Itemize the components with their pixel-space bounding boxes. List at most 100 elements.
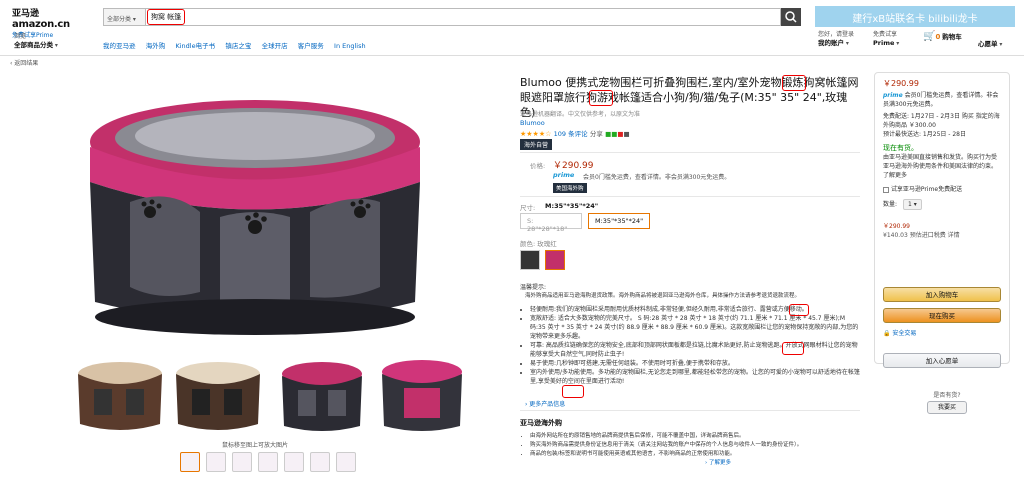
overseas-badge: 海外自营 [520, 139, 553, 150]
small-thumb-3[interactable] [232, 452, 252, 472]
learn-more-link[interactable]: › 了解更多 [705, 458, 731, 466]
nav-link-customer-service[interactable]: 客户服务 [298, 42, 324, 50]
thumbnail-image-3[interactable] [276, 344, 368, 436]
color-label: 颜色: 玫瑰红 [520, 240, 557, 248]
search-button[interactable] [781, 8, 801, 26]
nav-link-overseas[interactable]: 海外购 [146, 42, 166, 50]
prime-menu[interactable]: 免费试享 Prime ▾ [873, 31, 899, 48]
overseas-item-2: 购买海外购商品需提供身份证信息用于清关（请关注网站我的账户中保存的个人信息与收件… [530, 441, 860, 450]
prime-shipping-note: 会员0门槛免运费，查看详情。非会员满300元免运费。 [583, 174, 731, 181]
lock-icon: 🔒 [883, 330, 891, 337]
account-menu[interactable]: 您好，请登录 我的账户 ▾ [818, 31, 854, 48]
buy-now-button[interactable]: 现在购买 [883, 308, 1001, 323]
price-label: 价格: [530, 162, 546, 170]
share-label: 分享 [589, 130, 603, 138]
more-product-info-link[interactable]: › 更多产品信息 [525, 399, 565, 408]
highlight-tent-2 [562, 385, 584, 398]
summary-price: ￥290.99 [883, 223, 910, 230]
overseas-item-3: 商品的包装/标签和说明书可能使用英语或其他语言，不影响商品的正常使用和功能。 [530, 450, 860, 459]
bullet-2: 宽敞舒适: 适合大多数宠物的完美尺寸。 S 码:28 英寸 * 28 英寸 * … [530, 314, 860, 341]
brown-playpen-image [78, 362, 162, 430]
stock-status: 现在有货。 [883, 144, 918, 152]
ship-badge: 美国海外购 [553, 183, 587, 193]
notice-label: 温馨提示: [520, 284, 547, 291]
logo-en: amazon.cn [12, 19, 70, 30]
search-category-select[interactable]: 全部分类 ▾ [103, 8, 145, 26]
bullet-3: 可靠: 高品质拉链确保您的宠物安全,底部和顶部网状面板都是拉链,比魔术贴更好,防… [530, 341, 860, 359]
import-tax-note: ¥140.03 预估进口税费 详情 [883, 232, 960, 239]
bullet-4: 易于使用:几秒钟即可搭建,无需任何组装。不使用时可折叠,便于携带和存放。 [530, 359, 860, 368]
overseas-item-1: 由海外网站所在的原销售地的品牌商提供售后保修，可能不覆盖中国，详询品牌商售后。 [530, 432, 860, 441]
category-menu[interactable]: 浏览 全部商品分类 ▾ [14, 33, 58, 50]
seller-note: 由亚马逊美国直接销售和发货。购买行为受亚马逊海外购使用条件和美国法律的约束。了解… [883, 154, 998, 179]
fastest-delivery: 预计最快送达: 1月25日 - 28日 [883, 131, 966, 138]
trial-checkbox[interactable] [883, 186, 889, 193]
return-policy-note: 海外购商品适用亚马逊海购退货政策。海外购商品将被退回亚马逊海外仓库，具体操作方法… [525, 293, 801, 299]
highlight-camping [789, 304, 809, 316]
qty-select[interactable]: 1 ▾ [902, 199, 922, 210]
wishlist-menu[interactable]: 心愿单 ▾ [978, 40, 1002, 49]
small-thumb-6[interactable] [310, 452, 330, 472]
translation-note: 亚马逊机器翻译。中文仅供参考，以原文为准 [520, 111, 641, 118]
beige-playpen-image [176, 362, 260, 430]
small-thumb-2[interactable] [206, 452, 226, 472]
color-swatch-black[interactable] [520, 250, 540, 270]
review-count-link[interactable]: 109 条评论 [554, 130, 588, 138]
thumbnail-image-2[interactable] [172, 344, 264, 436]
rating-stars[interactable]: ★★★★☆ 109 条评论 分享 ■■■■ [520, 128, 630, 138]
thumbnail-image-4[interactable] [376, 344, 468, 436]
promo-banner[interactable]: 建行xB站联名卡 bilibili龙卡 [815, 6, 1015, 27]
trial-label: 试享亚马逊Prime免费配送 [890, 186, 963, 193]
pink-playpen-side-image [282, 362, 362, 431]
buybox-prime-badge: prime [883, 92, 903, 99]
amazon-logo[interactable]: 亚马逊 amazon.cn 免费试享Prime [12, 6, 72, 39]
cart-count: 0 [935, 33, 941, 41]
size-option-m[interactable]: M:35"*35"*24" [588, 213, 650, 229]
size-option-s[interactable]: S: 28"*28"*18" [520, 213, 582, 233]
sell-question: 是否有货? [933, 392, 961, 399]
small-thumb-7[interactable] [336, 452, 356, 472]
cart-link[interactable]: 🛒0 购物车 [923, 31, 962, 42]
search-icon [785, 11, 797, 23]
pet-playpen-image [90, 100, 420, 335]
search-input[interactable] [145, 8, 781, 26]
sell-box: 是否有货? 我要买 [919, 390, 975, 414]
highlight-escape [782, 342, 804, 355]
product-main-image[interactable] [60, 72, 450, 347]
size-label: 尺寸: [520, 204, 536, 212]
secure-transaction-link[interactable]: 安全交易 [892, 330, 916, 337]
buybox-price: ￥290.99 [883, 79, 919, 88]
nav-link-english[interactable]: In English [334, 42, 366, 50]
breadcrumb[interactable]: ‹ 返回结果 [10, 58, 38, 67]
small-thumb-1[interactable] [180, 452, 200, 472]
pink-playpen-open-image [382, 360, 462, 431]
overseas-list: 由海外网站所在的原销售地的品牌商提供售后保修，可能不覆盖中国，详询品牌商售后。 … [520, 432, 860, 459]
zoom-tip: 鼠标移至图上可放大图片 [222, 442, 289, 449]
qty-label: 数量: [883, 201, 898, 208]
prime-badge: prime [553, 171, 575, 179]
logo-cn: 亚马逊 [12, 9, 40, 19]
product-price: ￥290.99 [553, 161, 594, 171]
size-value: M:35"*35"*24" [545, 202, 599, 210]
nav-link-deals[interactable]: 镇店之宝 [225, 42, 251, 50]
cart-icon: 🛒 [923, 31, 936, 42]
thumbnail-image-1[interactable] [74, 344, 166, 436]
bullet-1: 轻便耐用:我们的宠物围栏采用耐用优质材料制成,非常轻便,但经久耐用,非常适合旅行… [530, 305, 860, 314]
search-query-text: 狗窝 帐篷 [146, 9, 186, 25]
highlight-tent [589, 90, 613, 106]
sell-button[interactable]: 我要买 [927, 401, 967, 414]
nav-link-global-sell[interactable]: 全球开店 [262, 42, 288, 50]
delivery-info: 免费配送: 1月27日 - 2月3日 购买 指定的海外购商品 ￥300.00 [883, 113, 1000, 129]
nav-link-my-amazon[interactable]: 我的亚马逊 [103, 42, 136, 50]
add-to-cart-button[interactable]: 加入购物车 [883, 287, 1001, 302]
nav-link-kindle[interactable]: Kindle电子书 [175, 42, 215, 50]
small-thumb-4[interactable] [258, 452, 278, 472]
buy-box: ￥290.99 prime 会员0门槛免运费，查看详情。非会员满300元免运费。… [874, 72, 1010, 368]
nav-links: 我的亚马逊 海外购 Kindle电子书 镇店之宝 全球开店 客户服务 In En… [103, 40, 374, 50]
color-swatch-rose[interactable] [545, 250, 565, 270]
bullet-5: 室内外使用/多功能使用。多功能的宠物围栏,无论您走到哪里,都能轻松带您的宠物。让… [530, 368, 860, 386]
brand-link[interactable]: Blumoo [520, 119, 545, 127]
overseas-section-title: 亚马逊海外购 [520, 419, 562, 427]
add-to-wishlist-button[interactable]: 加入心愿单 [883, 353, 1001, 368]
small-thumb-5[interactable] [284, 452, 304, 472]
